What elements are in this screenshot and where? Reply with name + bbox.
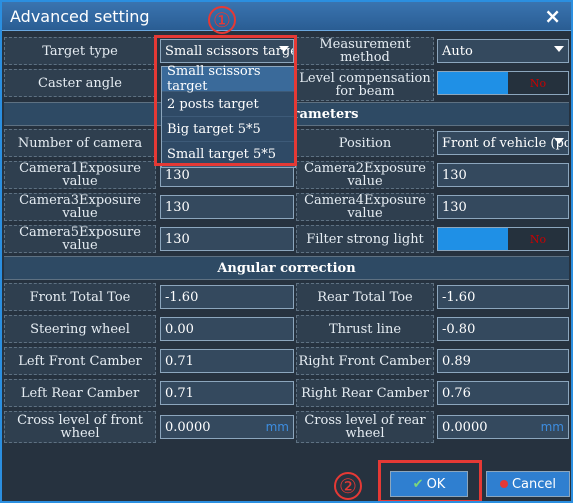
left-front-camber-label: Left Front Camber (4, 347, 156, 375)
row-rear-camber: Left Rear Camber 0.71 Right Rear Camber … (4, 377, 569, 409)
camera2-exposure-label: Camera2Exposure value (296, 161, 434, 189)
callout-number-2: ② (334, 472, 362, 500)
level-compensation-toggle[interactable]: No (437, 71, 569, 95)
dialog-title: Advanced setting (10, 7, 150, 26)
right-rear-camber-label: Right Rear Camber (296, 379, 434, 407)
measurement-method-select[interactable]: Auto (437, 39, 569, 63)
cross-level-front-input[interactable]: 0.0000 mm (160, 415, 294, 439)
cross-level-rear-input[interactable]: 0.0000 mm (437, 415, 569, 439)
dialog-footer: ✔ OK Cancel (4, 466, 570, 501)
caster-angle-label: Caster angle (4, 69, 156, 97)
callout-box-2 (378, 460, 482, 501)
rear-total-toe-label: Rear Total Toe (296, 283, 434, 311)
target-type-label: Target type (4, 37, 156, 65)
row-camera-3-4: Camera3Exposure value 130 Camera4Exposur… (4, 191, 569, 223)
cancel-button[interactable]: Cancel (486, 471, 570, 497)
camera3-exposure-label: Camera3Exposure value (4, 193, 156, 221)
chevron-down-icon (554, 46, 564, 52)
filter-strong-light-label: Filter strong light (296, 225, 434, 253)
level-compensation-label: Level compensation for beam (296, 69, 434, 101)
cancel-button-label: Cancel (511, 476, 557, 492)
steering-wheel-label: Steering wheel (4, 315, 156, 343)
camera5-exposure-input[interactable]: 130 (160, 227, 294, 251)
left-rear-camber-input[interactable]: 0.71 (160, 381, 294, 405)
cancel-dot-icon (499, 480, 508, 488)
number-of-camera-label: Number of camera (4, 129, 156, 157)
row-cross-level: Cross level of front wheel 0.0000 mm Cro… (4, 409, 569, 443)
level-compensation-state: No (508, 72, 568, 94)
cross-level-front-label: Cross level of front wheel (4, 411, 156, 443)
position-label: Position (296, 129, 434, 157)
left-front-camber-input[interactable]: 0.71 (160, 349, 294, 373)
title-bar: Advanced setting × (2, 2, 571, 31)
filter-strong-light-state: No (508, 228, 568, 250)
position-value: Front of vehicle (post (442, 135, 568, 151)
advanced-setting-dialog: Advanced setting × Target type Small sci… (0, 0, 573, 503)
measurement-method-value: Auto (442, 43, 473, 59)
cross-level-rear-value: 0.0000 (442, 419, 488, 435)
callout-number-1: ① (208, 6, 236, 34)
right-rear-camber-input[interactable]: 0.76 (437, 381, 569, 405)
camera4-exposure-label: Camera4Exposure value (296, 193, 434, 221)
left-rear-camber-label: Left Rear Camber (4, 379, 156, 407)
front-total-toe-input[interactable]: -1.60 (160, 285, 294, 309)
section-angular-correction: Angular correction (4, 256, 569, 280)
row-front-camber: Left Front Camber 0.71 Right Front Cambe… (4, 345, 569, 377)
camera3-exposure-input[interactable]: 130 (160, 195, 294, 219)
rear-total-toe-input[interactable]: -1.60 (437, 285, 569, 309)
close-icon[interactable]: × (544, 4, 561, 28)
row-steering-thrust: Steering wheel 0.00 Thrust line -0.80 (4, 313, 569, 345)
chevron-down-icon (554, 138, 564, 144)
front-total-toe-label: Front Total Toe (4, 283, 156, 311)
cross-level-front-value: 0.0000 (165, 419, 211, 435)
measurement-method-label: Measurement method (296, 37, 434, 65)
row-total-toe: Front Total Toe -1.60 Rear Total Toe -1.… (4, 281, 569, 313)
steering-wheel-input[interactable]: 0.00 (160, 317, 294, 341)
camera4-exposure-input[interactable]: 130 (437, 195, 569, 219)
cross-level-rear-label: Cross level of rear wheel (296, 411, 434, 443)
unit-mm-front: mm (265, 420, 289, 434)
position-select[interactable]: Front of vehicle (post (437, 131, 569, 155)
filter-strong-light-toggle[interactable]: No (437, 227, 569, 251)
right-front-camber-input[interactable]: 0.89 (437, 349, 569, 373)
camera2-exposure-input[interactable]: 130 (437, 163, 569, 187)
camera5-exposure-label: Camera5Exposure value (4, 225, 156, 253)
thrust-line-label: Thrust line (296, 315, 434, 343)
row-camera-5-filter: Camera5Exposure value 130 Filter strong … (4, 223, 569, 255)
callout-box-1 (154, 35, 297, 166)
camera1-exposure-label: Camera1Exposure value (4, 161, 156, 189)
thrust-line-input[interactable]: -0.80 (437, 317, 569, 341)
unit-mm-rear: mm (540, 420, 564, 434)
right-front-camber-label: Right Front Camber (296, 347, 434, 375)
